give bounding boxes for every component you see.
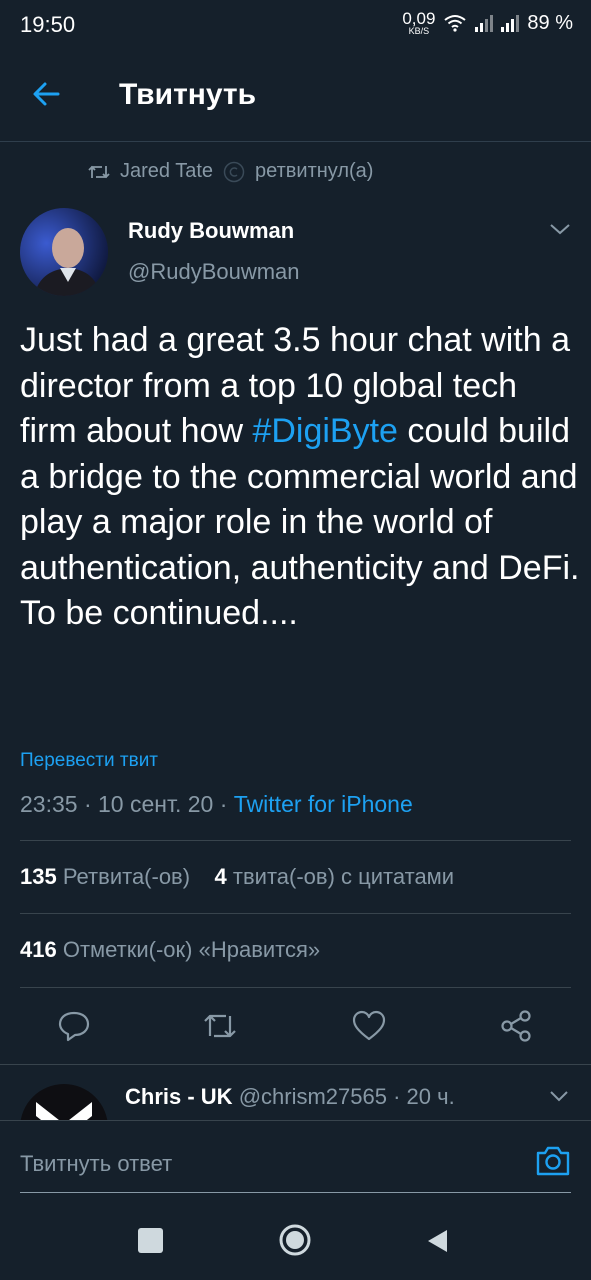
- translate-link[interactable]: Перевести твит: [20, 750, 158, 772]
- signal-icon: [475, 14, 494, 32]
- retweet-stats[interactable]: 135 Ретвита(-ов) 4 твита(-ов) с цитатами: [20, 864, 454, 890]
- author-name[interactable]: Rudy Bouwman: [128, 218, 294, 244]
- divider: [0, 1064, 591, 1065]
- net-speed-unit: KB/S: [408, 26, 430, 36]
- retweets-count: 135: [20, 864, 57, 889]
- status-bar: 19:50 0,09 KB/S 89 %: [0, 0, 591, 48]
- reply-composer: Твитнуть ответ: [0, 1120, 591, 1200]
- system-nav-bar: [0, 1200, 591, 1280]
- page-title: Твитнуть: [119, 78, 257, 111]
- retweet-action-icon[interactable]: [202, 1008, 238, 1044]
- reply-input[interactable]: Твитнуть ответ: [20, 1151, 172, 1177]
- wifi-icon: [444, 15, 467, 32]
- quotes-label: твита(-ов) с цитатами: [232, 864, 455, 889]
- camera-icon[interactable]: [535, 1143, 571, 1177]
- chevron-down-icon[interactable]: [549, 1090, 569, 1102]
- chevron-down-icon[interactable]: [549, 222, 571, 236]
- avatar[interactable]: [20, 208, 108, 296]
- top-app-bar: Твитнуть: [0, 48, 591, 142]
- likes-count: 416: [20, 937, 57, 962]
- retweet-icon: [88, 165, 110, 178]
- retweets-label: Ретвита(-ов): [62, 864, 191, 889]
- tweet-text: Just had a great 3.5 hour chat with a di…: [20, 318, 580, 637]
- divider: [20, 987, 571, 988]
- net-speed-value: 0,09: [402, 9, 436, 28]
- tweet-actions: [0, 1000, 591, 1060]
- reply-tweet-preview[interactable]: Chris - UK @chrism27565 · 20 ч.: [0, 1066, 591, 1120]
- status-icons: 0,09 KB/S 89 %: [402, 10, 573, 36]
- reply-author-name: Chris - UK: [125, 1084, 233, 1109]
- like-icon[interactable]: [351, 1008, 387, 1044]
- status-time: 19:50: [20, 12, 76, 37]
- retweeter-name: Jared Tate: [120, 160, 214, 182]
- tweet-date: 10 сент. 20: [98, 791, 214, 817]
- back-button[interactable]: [425, 1228, 449, 1254]
- recents-button[interactable]: [138, 1228, 163, 1253]
- quotes-count: 4: [214, 864, 227, 889]
- tweet-source[interactable]: Twitter for iPhone: [234, 791, 413, 817]
- copyright-icon: [223, 161, 245, 182]
- battery-level: 89 %: [527, 11, 573, 34]
- home-button[interactable]: [278, 1223, 312, 1257]
- signal-icon-2: [501, 14, 520, 32]
- reply-icon[interactable]: [56, 1008, 92, 1044]
- tweet-text-part: To be continued....: [20, 594, 298, 632]
- tweet-meta: 23:35 · 10 сент. 20 · Twitter for iPhone: [20, 791, 413, 817]
- reply-author: Chris - UK @chrism27565 · 20 ч.: [125, 1084, 455, 1110]
- reply-avatar-image: [36, 1102, 92, 1120]
- reply-avatar[interactable]: [20, 1084, 108, 1120]
- share-icon[interactable]: [498, 1008, 534, 1044]
- divider: [20, 840, 571, 841]
- hashtag-link[interactable]: #DigiByte: [252, 412, 398, 450]
- reply-author-handle-time: @chrism27565 · 20 ч.: [238, 1084, 455, 1109]
- retweet-label: ретвитнул(а): [255, 160, 374, 182]
- likes-stats[interactable]: 416 Отметки(-ок) «Нравится»: [20, 937, 320, 963]
- retweet-banner[interactable]: Jared Tate ретвитнул(а): [88, 160, 373, 183]
- likes-label: Отметки(-ок) «Нравится»: [62, 937, 321, 962]
- tweet-time: 23:35: [20, 791, 78, 817]
- author-handle[interactable]: @RudyBouwman: [128, 259, 300, 285]
- net-speed: 0,09 KB/S: [402, 10, 435, 36]
- arrow-left-icon[interactable]: [30, 78, 62, 110]
- input-underline: [20, 1192, 571, 1193]
- divider: [20, 913, 571, 914]
- avatar-image: [20, 208, 108, 296]
